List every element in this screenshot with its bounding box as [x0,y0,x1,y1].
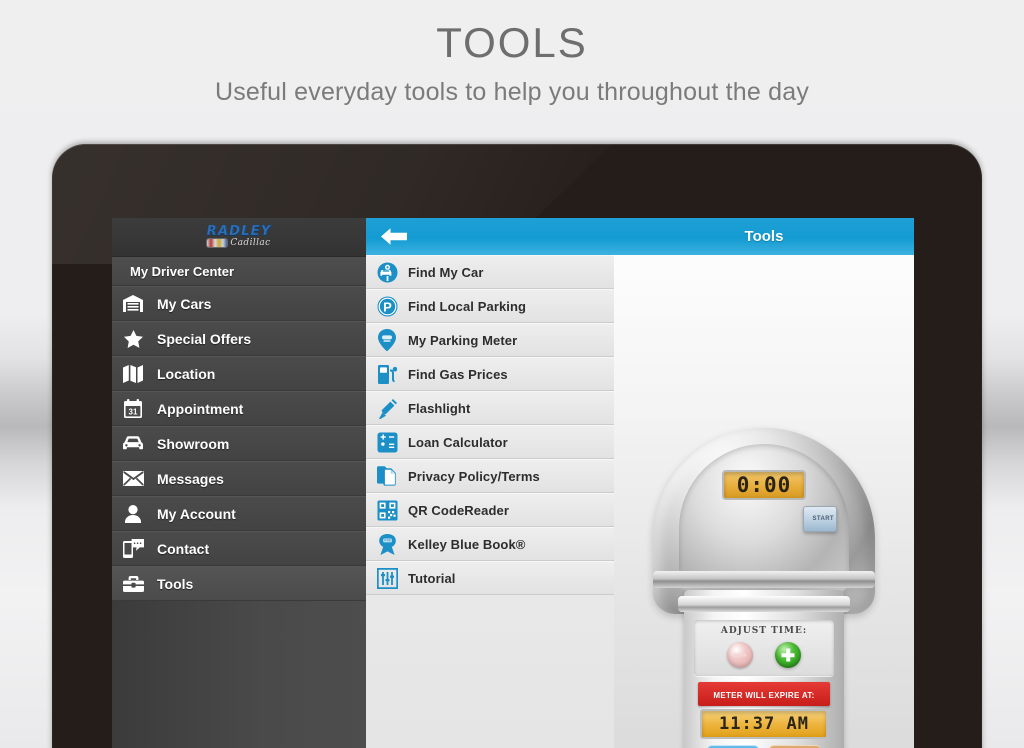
sidebar-item-label: Appointment [157,400,244,417]
person-icon [121,503,145,525]
app-screen: RADLEY Cadillac My Driver Center My Cars [112,218,914,748]
tool-item-find-gas-prices[interactable]: Find Gas Prices [366,357,614,391]
envelope-icon [121,468,145,490]
tool-item-label: Find My Car [408,264,484,280]
svg-text:P: P [383,299,392,314]
page-subtitle: Useful everyday tools to help you throug… [214,78,810,106]
back-arrow-icon [381,228,407,245]
tool-item-label: Kelley Blue Book® [408,536,526,552]
tool-item-tutorial[interactable]: Tutorial [366,561,614,595]
phone-chat-icon [121,538,145,560]
sidebar-item-label: Tools [157,575,194,592]
meter-dome: 0:00 START [653,428,875,614]
tool-item-kelley-blue-book[interactable]: KBB Kelley Blue Book® [366,527,614,561]
svg-text:KBB: KBB [384,538,392,542]
sidebar-item-label: My Account [157,505,236,522]
garage-icon [121,293,145,315]
expire-banner: METER WILL EXPIRE AT: [698,682,830,706]
back-button[interactable] [366,218,422,255]
flashlight-icon [376,397,398,419]
parking-meter-pin-icon [376,329,398,351]
sidebar-item-messages[interactable]: Messages [112,461,366,496]
gas-pump-icon [376,363,398,385]
increase-time-button[interactable] [775,642,801,668]
expire-time-value: 11:37 AM [719,714,809,734]
car-locator-icon [376,261,398,283]
qr-code-icon [376,499,398,521]
sidebar-item-label: Contact [157,540,210,557]
sidebar-item-label: Special Offers [157,330,252,347]
tool-item-label: Flashlight [408,400,471,416]
page-header: TOOLS Useful everyday tools to help you … [0,0,1024,107]
sidebar-header: My Driver Center [112,257,366,286]
documents-icon [376,465,398,487]
sidebar-item-label: Showroom [157,435,230,452]
sidebar-item-tools[interactable]: Tools [112,566,366,601]
sidebar-item-label: Messages [157,470,224,487]
tool-item-label: Find Local Parking [408,298,527,314]
detail-panel: 0:00 START ADJUST TIME: METER WILL EXPIR… [614,218,914,748]
tools-list: Find My Car P Find Local Parking My Park… [366,218,614,748]
meter-time-display: 0:00 [722,470,806,500]
sidebar-item-special-offers[interactable]: Special Offers [112,321,366,356]
tool-item-label: Privacy Policy/Terms [408,468,540,484]
meter-start-button[interactable]: START [803,506,837,532]
logo-script-text: Cadillac [230,237,271,248]
meter-body-band [678,596,850,612]
tool-item-label: QR CodeReader [408,502,509,518]
sidebar-item-my-cars[interactable]: My Cars [112,286,366,321]
tool-item-privacy-policy-terms[interactable]: Privacy Policy/Terms [366,459,614,493]
tools-list-filler [366,595,614,748]
tool-item-find-my-car[interactable]: Find My Car [366,255,614,289]
sidebar-item-location[interactable]: Location [112,356,366,391]
tablet-device: RADLEY Cadillac My Driver Center My Cars [52,144,982,748]
sidebar-item-label: My Cars [157,295,212,312]
parking-p-icon: P [376,295,398,317]
expire-banner-label: METER WILL EXPIRE AT: [713,691,815,700]
adjust-time-panel: ADJUST TIME: [694,620,834,676]
calculator-icon [376,431,398,453]
map-icon [121,363,145,385]
sidebar-item-showroom[interactable]: Showroom [112,426,366,461]
meter-dome-rim [653,571,875,588]
cadillac-crest-icon [207,239,228,247]
app-logo[interactable]: RADLEY Cadillac [112,218,366,257]
sidebar-item-appointment[interactable]: 31 Appointment [112,391,366,426]
tool-item-qr-code-reader[interactable]: QR CodeReader [366,493,614,527]
kbb-badge-icon: KBB [376,533,398,555]
tool-item-label: Find Gas Prices [408,366,508,382]
tool-item-find-local-parking[interactable]: P Find Local Parking [366,289,614,323]
meter-body: ADJUST TIME: METER WILL EXPIRE AT: 11:37… [678,590,850,748]
topbar-title: Tools [744,228,784,245]
decrease-time-button[interactable] [727,642,753,668]
page-title: TOOLS [436,19,588,66]
sidebar-item-my-account[interactable]: My Account [112,496,366,531]
sidebar: RADLEY Cadillac My Driver Center My Cars [112,218,366,748]
parking-meter-graphic: 0:00 START ADJUST TIME: METER WILL EXPIR… [630,428,898,748]
svg-text:31: 31 [129,408,138,417]
sliders-icon [376,567,398,589]
meter-time-value: 0:00 [736,473,792,497]
calendar-icon: 31 [121,398,145,420]
tool-item-label: Loan Calculator [408,434,508,450]
sidebar-item-contact[interactable]: Contact [112,531,366,566]
car-icon [121,433,145,455]
tool-item-loan-calculator[interactable]: Loan Calculator [366,425,614,459]
adjust-time-label: ADJUST TIME: [720,626,808,636]
tool-item-label: My Parking Meter [408,332,518,348]
logo-brand-text: RADLEY [206,223,272,239]
toolbox-icon [121,573,145,595]
sidebar-item-label: Location [157,365,216,382]
tool-item-my-parking-meter[interactable]: My Parking Meter [366,323,614,357]
tool-item-label: Tutorial [408,570,456,586]
expire-time-display: 11:37 AM [700,709,828,739]
meter-start-label: START [812,516,834,522]
tool-item-flashlight[interactable]: Flashlight [366,391,614,425]
app-topbar: Tools [366,218,914,255]
star-icon [121,328,145,350]
